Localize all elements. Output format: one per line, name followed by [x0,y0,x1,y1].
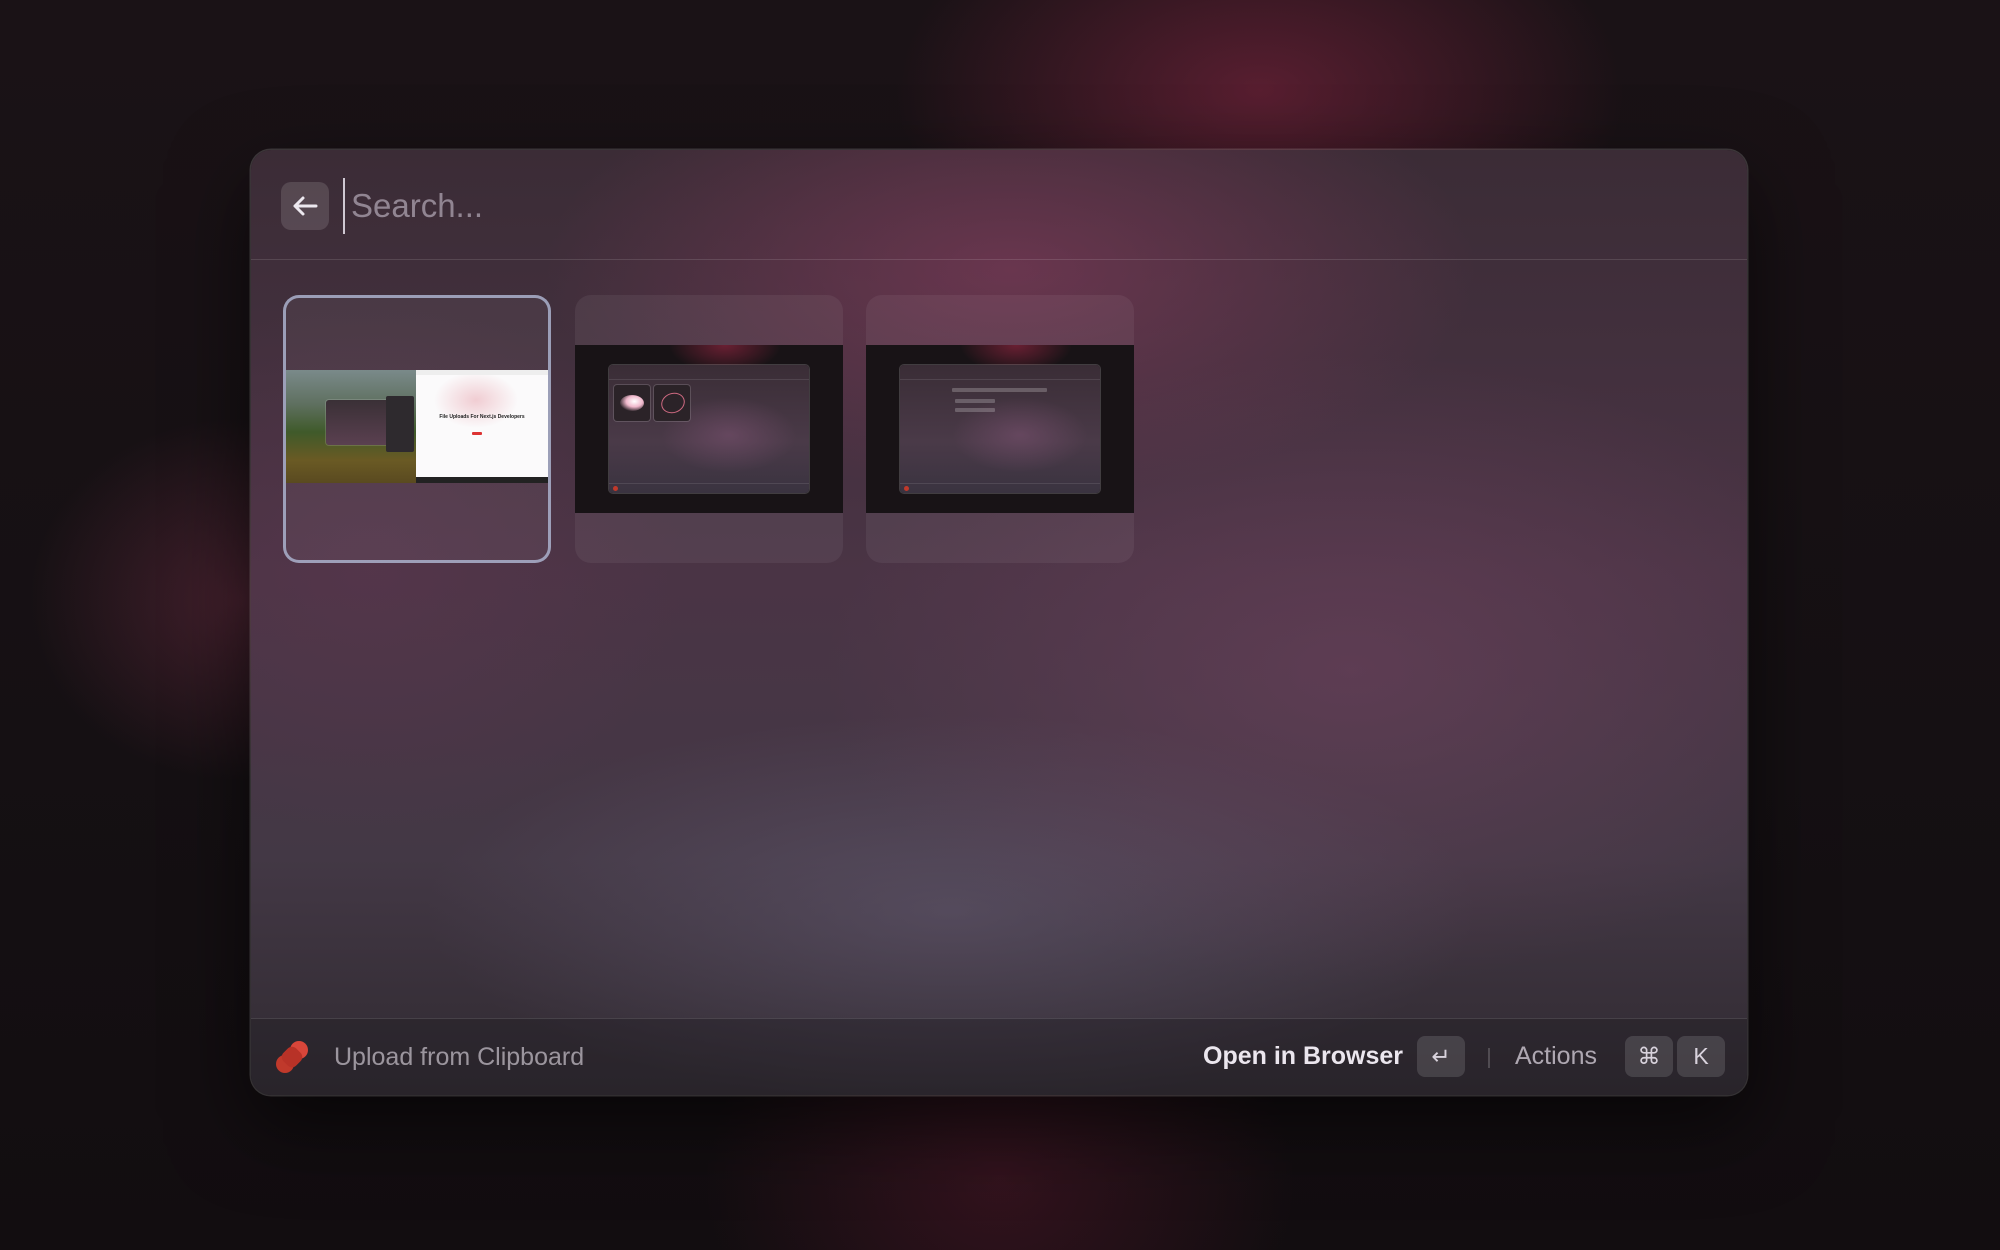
back-button[interactable] [281,182,329,230]
actions-button[interactable]: Actions [1515,1038,1597,1074]
grid-item[interactable]: File Uploads For Next.js Developers [283,295,551,563]
enter-key-icon: ↵ [1417,1036,1465,1077]
grid-item[interactable] [575,295,843,563]
upload-from-clipboard-label: Upload from Clipboard [334,1043,585,1071]
uploadthing-logo-icon [276,1041,308,1073]
search-input[interactable] [343,178,1701,234]
arrow-left-icon [293,196,318,216]
search-header [251,150,1747,260]
thumbnail-image: File Uploads For Next.js Developers [286,370,548,483]
grid-item[interactable] [866,295,1134,563]
thumbnail-headline: File Uploads For Next.js Developers [439,414,525,420]
launcher-window: File Uploads For Next.js Developers [251,150,1747,1095]
k-key: K [1677,1036,1725,1077]
thumbnail-image [866,345,1134,513]
command-key-icon: ⌘ [1625,1036,1673,1077]
action-bar: Upload from Clipboard Open in Browser ↵ … [251,1018,1747,1095]
open-in-browser-button[interactable]: Open in Browser [1203,1038,1403,1074]
thumbnail-image [575,345,843,513]
divider [1488,1048,1490,1068]
